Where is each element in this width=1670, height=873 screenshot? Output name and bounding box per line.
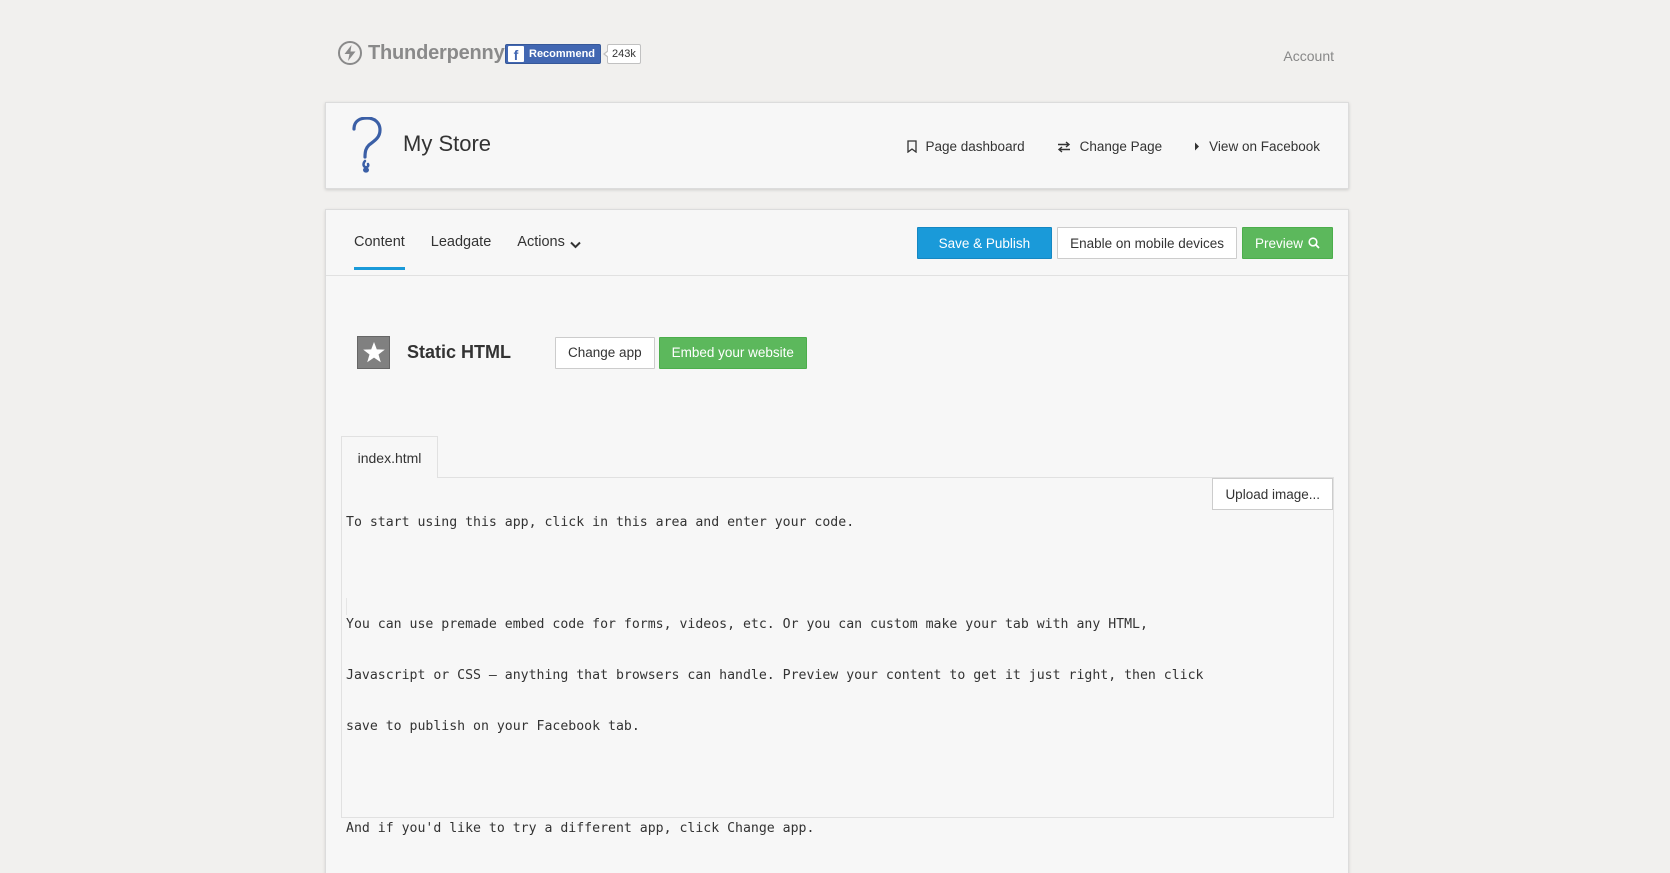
- view-on-facebook-link[interactable]: View on Facebook: [1194, 139, 1320, 154]
- view-on-facebook-label: View on Facebook: [1209, 139, 1320, 154]
- caret-right-icon: [1194, 142, 1200, 151]
- chevron-down-icon: [570, 237, 581, 253]
- code-editor-text[interactable]: To start using this app, click in this a…: [346, 480, 1206, 871]
- account-link[interactable]: Account: [1283, 48, 1334, 64]
- tab-leadgate[interactable]: Leadgate: [431, 234, 491, 270]
- facebook-recommend-widget: f Recommend 243k: [505, 44, 641, 64]
- app-row: Static HTML Change app Embed your websit…: [357, 336, 807, 369]
- change-app-button[interactable]: Change app: [555, 336, 655, 369]
- change-page-label: Change Page: [1079, 139, 1163, 154]
- brand-name: Thunderpenny: [368, 41, 505, 64]
- code-line: Javascript or CSS – anything that browse…: [346, 668, 1204, 683]
- change-page-link[interactable]: Change Page: [1057, 139, 1163, 154]
- swap-arrows-icon: [1057, 140, 1071, 153]
- page-dashboard-link[interactable]: Page dashboard: [906, 139, 1025, 154]
- code-line: And if you'd like to try a different app…: [346, 821, 815, 836]
- facebook-recommend-label: Recommend: [529, 48, 596, 60]
- code-editor[interactable]: To start using this app, click in this a…: [341, 477, 1334, 836]
- tab-actions[interactable]: Actions: [517, 234, 581, 270]
- file-tab-index-html[interactable]: index.html: [341, 436, 438, 478]
- main-card: Content Leadgate Actions Save & Publish …: [325, 209, 1349, 873]
- tab-bar: Content Leadgate Actions Save & Publish …: [326, 210, 1348, 276]
- facebook-logo-icon: f: [508, 46, 524, 62]
- page-dashboard-label: Page dashboard: [925, 139, 1025, 154]
- code-line: To start using this app, click in this a…: [346, 515, 855, 530]
- page-title: My Store: [403, 131, 492, 156]
- tabs: Content Leadgate Actions: [354, 234, 607, 270]
- enable-mobile-button[interactable]: Enable on mobile devices: [1057, 227, 1237, 259]
- page-nav: Page dashboard Change Page View on Faceb…: [875, 139, 1320, 154]
- tab-actions-label: Actions: [517, 234, 565, 250]
- toolbar: Save & Publish Enable on mobile devices …: [912, 227, 1333, 259]
- tab-content[interactable]: Content: [354, 234, 405, 270]
- brand[interactable]: Thunderpenny: [338, 41, 505, 65]
- code-line: You can use premade embed code for forms…: [346, 617, 1148, 632]
- facebook-recommend-count: 243k: [603, 44, 641, 64]
- lightning-bolt-icon: [338, 41, 362, 65]
- question-mark-icon: [352, 117, 382, 173]
- search-icon: [1308, 237, 1320, 249]
- app-name: Static HTML: [407, 342, 512, 362]
- facebook-recommend-button[interactable]: f Recommend: [505, 44, 602, 64]
- bookmark-icon: [906, 140, 917, 153]
- code-line: save to publish on your Facebook tab.: [346, 719, 640, 734]
- top-bar: Thunderpenny f Recommend 243k Account: [338, 40, 1334, 70]
- upload-image-button[interactable]: Upload image...: [1212, 478, 1333, 510]
- save-publish-button[interactable]: Save & Publish: [916, 227, 1053, 259]
- embed-website-button[interactable]: Embed your website: [658, 336, 807, 369]
- text-caret: [346, 598, 347, 615]
- star-icon: [357, 336, 390, 369]
- preview-label: Preview: [1254, 235, 1303, 251]
- page-header-card: My Store Page dashboard Change Page View…: [325, 102, 1349, 189]
- preview-button[interactable]: Preview: [1241, 227, 1333, 259]
